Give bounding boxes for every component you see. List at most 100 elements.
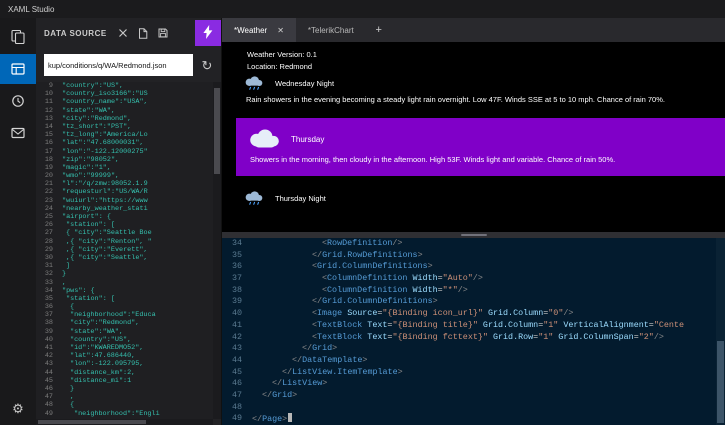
json-line[interactable]: 16 "lat":"47.68000031", <box>36 139 213 147</box>
splitter-grip-handle[interactable] <box>460 234 487 236</box>
json-line[interactable]: 26 "station": [ <box>36 221 213 229</box>
json-line[interactable]: 44 "distance_km":2, <box>36 369 213 377</box>
json-line[interactable]: 38 "city":"Redmond", <box>36 319 213 327</box>
json-line[interactable]: 40 "country":"US", <box>36 336 213 344</box>
json-line[interactable]: 30 ,{ "city":"Seattle", <box>36 254 213 262</box>
json-line[interactable]: 19 "magic":"1", <box>36 164 213 172</box>
json-line[interactable]: 48 { <box>36 401 213 409</box>
json-line-text: ,{ "city":"Seattle", <box>66 253 148 262</box>
json-line[interactable]: 25 "airport": { <box>36 213 213 221</box>
json-tree-vertical-scrollbar[interactable] <box>213 82 221 419</box>
tab-close-icon[interactable]: ✕ <box>277 26 284 35</box>
json-line[interactable]: 14 "tz_short":"PST", <box>36 123 213 131</box>
json-line[interactable]: 28 ,{ "city":"Renton", " <box>36 238 213 246</box>
preview-pane: Weather Version: 0.1 Location: Redmond W… <box>222 42 725 232</box>
json-line[interactable]: 36 { <box>36 303 213 311</box>
json-line[interactable]: 37 "neighborhood":"Educa <box>36 311 213 319</box>
forecast-title: Thursday Night <box>275 193 326 203</box>
json-line[interactable]: 9 "country":"US", <box>36 82 213 90</box>
json-line[interactable]: 22 "requesturl":"US/WA/R <box>36 188 213 196</box>
forecast-item[interactable]: Thursday Showers in the morning, then clo… <box>236 118 725 176</box>
code-line[interactable]: 41 <TextBlock Text="{Binding title}" Grid… <box>222 320 716 332</box>
json-line[interactable]: 18 "zip":"98052", <box>36 156 213 164</box>
code-line[interactable]: 44 </DataTemplate> <box>222 355 716 367</box>
json-line-number: 27 <box>44 229 53 238</box>
scrollbar-thumb[interactable] <box>214 88 220 174</box>
json-line[interactable]: 39 "state":"WA", <box>36 328 213 336</box>
documents-icon[interactable] <box>0 22 36 52</box>
code-line[interactable]: 42 <TextBlock Text="{Binding fcttext}" Gr… <box>222 332 716 344</box>
scrollbar-thumb[interactable] <box>38 420 146 424</box>
json-line[interactable]: 23 "wuiurl":"https://www <box>36 197 213 205</box>
json-line-text: "tz_long":"America/Lo <box>62 131 148 140</box>
json-line[interactable]: 29 ,{ "city":"Everett", <box>36 246 213 254</box>
json-line[interactable]: 15 "tz_long":"America/Lo <box>36 131 213 139</box>
new-file-icon[interactable] <box>137 27 149 39</box>
bind-data-bolt-button[interactable] <box>195 20 221 46</box>
refresh-icon[interactable]: ↻ <box>199 59 215 72</box>
data-source-url-input[interactable] <box>44 54 193 76</box>
json-line-text: "country_name":"USA", <box>62 98 148 107</box>
json-line[interactable]: 45 "distance_mi":1 <box>36 377 213 385</box>
json-line[interactable]: 24 "nearby_weather_stati <box>36 205 213 213</box>
scrollbar-thumb[interactable] <box>717 340 724 424</box>
code-line[interactable]: 43 </Grid> <box>222 343 716 355</box>
code-line[interactable]: 34 <RowDefinition/> <box>222 238 716 250</box>
json-line[interactable]: 20 "wmo":"99999", <box>36 172 213 180</box>
close-icon[interactable] <box>117 27 129 39</box>
code-line[interactable]: 38 <ColumnDefinition Width="*"/> <box>222 285 716 297</box>
code-line[interactable]: 39 </Grid.ColumnDefinitions> <box>222 296 716 308</box>
json-line-number: 45 <box>44 376 53 385</box>
code-line[interactable]: 49 </Page> <box>222 413 716 425</box>
code-line[interactable]: 48 <box>222 402 716 414</box>
json-line[interactable]: 46} <box>36 385 213 393</box>
json-line[interactable]: 49 "neighborhood":"Engli <box>36 410 213 418</box>
json-line[interactable]: 12 "state":"WA", <box>36 107 213 115</box>
new-tab-button[interactable]: + <box>366 18 392 42</box>
code-line[interactable]: 35 </Grid.RowDefinitions> <box>222 250 716 262</box>
json-line[interactable]: 27 { "city":"Seattle Boe <box>36 229 213 237</box>
code-line[interactable]: 46 </ListView> <box>222 378 716 390</box>
code-line-number: 49 <box>231 413 242 424</box>
code-line[interactable]: 40 <Image Source="{Binding icon_url}" Gri… <box>222 308 716 320</box>
code-editor[interactable]: 34 <RowDefinition/> 35 </Grid.RowDefinition… <box>222 238 725 425</box>
json-tree-horizontal-scrollbar[interactable] <box>36 419 213 425</box>
json-line[interactable]: 43 "lon":-122.095795, <box>36 360 213 368</box>
editor-vertical-scrollbar[interactable] <box>716 238 725 425</box>
json-line[interactable]: 35 "station": [ <box>36 295 213 303</box>
json-line-text: "station": [ <box>66 294 115 303</box>
data-source-icon[interactable] <box>0 54 36 84</box>
json-line[interactable]: 31] <box>36 262 213 270</box>
save-icon[interactable] <box>157 27 169 39</box>
code-line-number: 36 <box>231 261 242 272</box>
code-line[interactable]: 37 <ColumnDefinition Width="Auto"/> <box>222 273 716 285</box>
tab-weather[interactable]: *Weather ✕ <box>222 18 296 42</box>
settings-gear-icon[interactable]: ⚙ <box>12 402 24 415</box>
json-line-text: "city":"Redmond", <box>62 114 132 123</box>
json-line[interactable]: 41 "id":"KWAREDMO52", <box>36 344 213 352</box>
json-line-text: "city":"Redmond", <box>70 319 140 328</box>
debugger-icon[interactable] <box>0 86 36 116</box>
json-line[interactable]: 10 "country_iso3166":"US <box>36 90 213 98</box>
json-line[interactable]: 32} <box>36 270 213 278</box>
tab-telerikchart[interactable]: *TelerikChart <box>296 18 366 42</box>
forecast-item[interactable]: Thursday Night <box>236 188 725 212</box>
forecast-item[interactable]: Wednesday Night Rain showers in the eveni… <box>236 73 725 106</box>
json-line[interactable]: 42 "lat":47.686440, <box>36 352 213 360</box>
json-line[interactable]: 17 "lon":"-122.12000275" <box>36 148 213 156</box>
json-line-number: 10 <box>44 90 53 99</box>
code-line-text: <TextBlock Text="{Binding fcttext}" Grid… <box>252 332 716 344</box>
json-line[interactable]: 13 "city":"Redmond", <box>36 115 213 123</box>
json-line[interactable]: 33, <box>36 279 213 287</box>
json-line[interactable]: 47, <box>36 393 213 401</box>
json-line[interactable]: 34 "pws": { <box>36 287 213 295</box>
json-line[interactable]: 11 "country_name":"USA", <box>36 98 213 106</box>
json-line-text: "state":"WA", <box>70 327 124 336</box>
code-line[interactable]: 47 </Grid> <box>222 390 716 402</box>
feedback-icon[interactable] <box>0 118 36 148</box>
code-line[interactable]: 36 <Grid.ColumnDefinitions> <box>222 261 716 273</box>
code-line[interactable]: 45 </ListView.ItemTemplate> <box>222 367 716 379</box>
json-line[interactable]: 21 "l":"/q/zmw:98052.1.9 <box>36 180 213 188</box>
json-line-text: "requesturl":"US/WA/R <box>62 188 148 197</box>
